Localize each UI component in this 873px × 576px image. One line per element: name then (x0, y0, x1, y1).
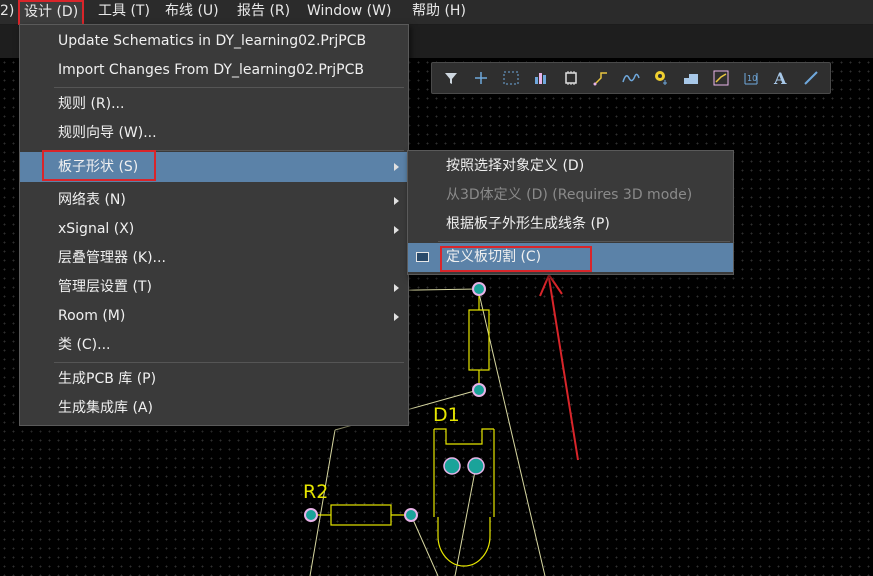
pad-icon[interactable] (650, 67, 672, 89)
menu-item-label: 生成PCB 库 (P) (58, 371, 157, 387)
menu-item-label: Update Schematics in DY_learning02.PrjPC… (58, 33, 367, 49)
menubar: 2) 设计 (D) 工具 (T) 布线 (U) 报告 (R) Window (W… (0, 0, 873, 27)
menu-item-manage-layer-sets[interactable]: 管理层设置 (T) (20, 273, 408, 302)
diode-outline-bottom (437, 517, 491, 567)
submenu-arrow-icon (394, 197, 399, 205)
select-rect-icon[interactable] (500, 67, 522, 89)
dimension-icon[interactable]: 10 (740, 67, 762, 89)
menu-item-netlist[interactable]: 网络表 (N) (20, 186, 408, 215)
menu-item-layer-stack-manager[interactable]: 层叠管理器 (K)... (20, 244, 408, 273)
pad[interactable] (472, 383, 486, 397)
menu-item-xsignal[interactable]: xSignal (X) (20, 215, 408, 244)
menu-item-label: xSignal (X) (58, 221, 135, 237)
bar-chart-icon[interactable] (530, 67, 552, 89)
menu-item-label: 类 (C)... (58, 337, 111, 353)
submenu-item-label: 按照选择对象定义 (D) (446, 158, 585, 174)
designator-d1: D1 (433, 404, 460, 426)
ratsnest-line (410, 514, 439, 576)
menu-separator (54, 87, 404, 88)
submenu-item-define-from-selected[interactable]: 按照选择对象定义 (D) (408, 152, 733, 181)
board-shape-icon[interactable] (680, 67, 702, 89)
resistor-body (330, 504, 392, 526)
chip-icon[interactable] (560, 67, 582, 89)
menu-help[interactable]: 帮助 (H) (412, 0, 466, 24)
pad[interactable] (404, 508, 418, 522)
filter-icon[interactable] (440, 67, 462, 89)
menu-design[interactable]: 设计 (D) (18, 0, 85, 27)
menu-item-room[interactable]: Room (M) (20, 302, 408, 331)
menu-separator (54, 362, 404, 363)
board-cutout-icon (416, 252, 429, 262)
menu-item-label: 规则向导 (W)... (58, 125, 157, 141)
menu-item-update-schematics[interactable]: Update Schematics in DY_learning02.PrjPC… (20, 27, 408, 56)
menu-item-label: 层叠管理器 (K)... (58, 250, 166, 266)
menu-separator (438, 241, 730, 242)
svg-text:A: A (773, 70, 787, 86)
designator-r2: R2 (303, 481, 328, 503)
route-icon[interactable] (590, 67, 612, 89)
menu-item-import-changes[interactable]: Import Changes From DY_learning02.PrjPCB (20, 56, 408, 85)
menu-item-label: 网络表 (N) (58, 192, 126, 208)
svg-text:10: 10 (747, 74, 757, 83)
menu-item-rule-wizard[interactable]: 规则向导 (W)... (20, 119, 408, 148)
pad[interactable] (443, 457, 461, 475)
pcb-toolbar: 10 A (431, 62, 831, 94)
menu-item-label: Import Changes From DY_learning02.PrjPCB (58, 62, 365, 78)
menu-item-classes[interactable]: 类 (C)... (20, 331, 408, 360)
annotation-highlight-box (440, 246, 592, 272)
submenu-arrow-icon (394, 226, 399, 234)
submenu-item-define-from-3d: 从3D体定义 (D) (Requires 3D mode) (408, 181, 733, 210)
line-icon[interactable] (800, 67, 822, 89)
diode-outline (433, 428, 495, 517)
menu-item-rules[interactable]: 规则 (R)... (20, 90, 408, 119)
menu-item-label: 规则 (R)... (58, 96, 125, 112)
pad[interactable] (467, 457, 485, 475)
submenu-arrow-icon (394, 284, 399, 292)
menu-item-make-pcb-library[interactable]: 生成PCB 库 (P) (20, 365, 408, 394)
text-icon[interactable]: A (770, 67, 792, 89)
submenu-item-label: 根据板子外形生成线条 (P) (446, 216, 610, 232)
submenu-item-create-primitives[interactable]: 根据板子外形生成线条 (P) (408, 210, 733, 239)
ratsnest-line (477, 288, 546, 576)
menu-window[interactable]: Window (W) (307, 0, 391, 24)
interactive-route-icon[interactable] (620, 67, 642, 89)
ratsnest-line (454, 465, 477, 576)
pad[interactable] (304, 508, 318, 522)
track-icon[interactable] (710, 67, 732, 89)
annotation-arrow-line (548, 277, 579, 461)
board-shape-submenu: 按照选择对象定义 (D) 从3D体定义 (D) (Requires 3D mod… (407, 150, 734, 275)
submenu-arrow-icon (394, 163, 399, 171)
annotation-highlight-box (42, 150, 156, 181)
menu-route[interactable]: 布线 (U) (165, 0, 219, 24)
menu-item-make-integrated-library[interactable]: 生成集成库 (A) (20, 394, 408, 423)
menu-item-label: 生成集成库 (A) (58, 400, 153, 416)
resistor-body (468, 309, 490, 371)
submenu-item-label: 从3D体定义 (D) (Requires 3D mode) (446, 187, 693, 203)
cross-add-icon[interactable] (470, 67, 492, 89)
menu-item-label: 管理层设置 (T) (58, 279, 152, 295)
menu-prev-partial[interactable]: 2) (0, 0, 14, 24)
menu-tools[interactable]: 工具 (T) (98, 0, 150, 24)
design-menu: Update Schematics in DY_learning02.PrjPC… (19, 24, 409, 426)
menu-reports[interactable]: 报告 (R) (237, 0, 290, 24)
menu-item-label: Room (M) (58, 308, 126, 324)
pad[interactable] (472, 282, 486, 296)
submenu-arrow-icon (394, 313, 399, 321)
ratsnest-line (309, 429, 336, 576)
